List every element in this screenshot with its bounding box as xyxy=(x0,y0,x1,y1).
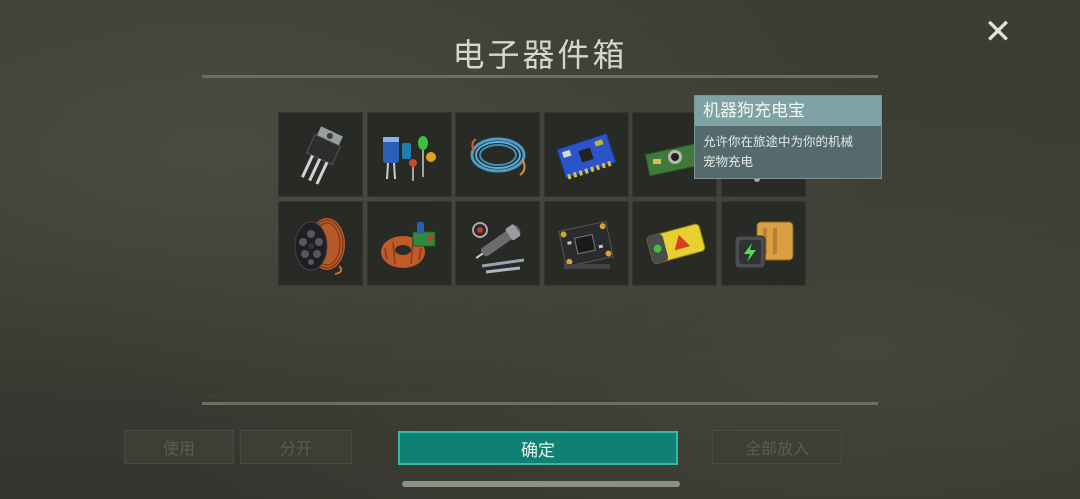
copper-spool-icon xyxy=(294,217,345,275)
item-slot[interactable] xyxy=(543,112,629,197)
background-use-button: 使用 xyxy=(124,430,234,464)
item-slot[interactable] xyxy=(366,201,452,286)
background-inventory-grid xyxy=(205,355,845,397)
item-tooltip: 机器狗充电宝 允许你在旅途中为你的机械 宠物充电 xyxy=(694,95,882,179)
confirm-button[interactable]: 确定 xyxy=(398,431,678,465)
power-bank-icon xyxy=(734,221,794,268)
item-slot[interactable] xyxy=(278,112,363,197)
close-button[interactable]: ✕ xyxy=(980,14,1016,50)
item-slot[interactable] xyxy=(455,201,540,286)
toroid-inductor-icon xyxy=(381,221,436,268)
tooltip-description-line: 允许你在旅途中为你的机械 xyxy=(703,134,854,149)
item-slot[interactable] xyxy=(720,201,806,286)
tooltip-description-line: 宠物充电 xyxy=(703,154,754,169)
item-slot[interactable] xyxy=(632,201,717,286)
wire-coil-icon xyxy=(470,137,526,176)
transistor-icon xyxy=(300,125,343,185)
item-slot[interactable] xyxy=(455,112,540,197)
item-slot[interactable] xyxy=(278,201,363,286)
home-indicator-bar xyxy=(402,481,680,487)
background-split-button: 分开 xyxy=(240,430,352,464)
panel-title: 电子器件箱 xyxy=(452,36,628,74)
capacitors-icon xyxy=(383,135,436,181)
title-divider xyxy=(202,75,878,78)
circuit-board-icon xyxy=(556,132,617,180)
background-put-all-button: 全部放入 xyxy=(712,430,842,464)
soldering-tools-icon xyxy=(471,221,524,273)
yellow-battery-icon xyxy=(646,223,705,264)
tooltip-title: 机器狗充电宝 xyxy=(695,96,881,126)
item-slot[interactable] xyxy=(543,201,629,286)
item-slot[interactable] xyxy=(366,112,452,197)
bottom-divider xyxy=(202,402,878,405)
tooltip-description: 允许你在旅途中为你的机械 宠物充电 xyxy=(695,126,881,178)
flight-controller-icon xyxy=(558,220,614,269)
